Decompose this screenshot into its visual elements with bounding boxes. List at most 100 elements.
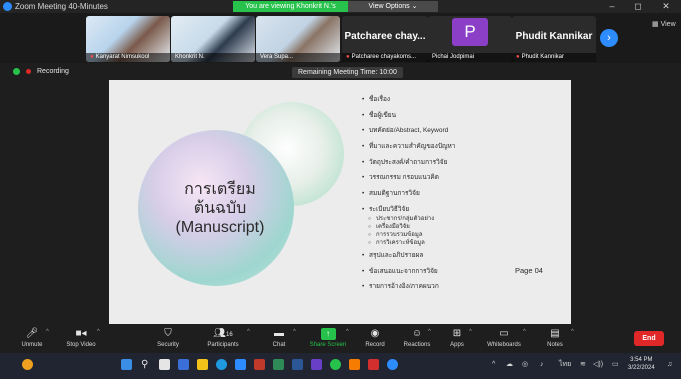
- share-caret-icon[interactable]: ^: [346, 329, 349, 335]
- outline-item: สมมติฐานการวิจัย: [362, 190, 562, 198]
- security-label: Security: [157, 342, 179, 348]
- record-icon: ◉: [370, 328, 380, 339]
- input-language[interactable]: ไทย: [559, 359, 571, 370]
- app-icon[interactable]: [349, 359, 360, 370]
- reactions-caret-icon[interactable]: ^: [428, 329, 431, 335]
- shield-icon: [13, 68, 20, 75]
- chat-label: Chat: [272, 342, 286, 348]
- outline-item: วัตถุประสงค์/คำถามการวิจัย: [362, 159, 562, 167]
- recording-indicator[interactable]: Recording: [13, 68, 69, 75]
- outline-item: บทคัดย่อ/Abstract, Keyword: [362, 127, 562, 135]
- teams-icon[interactable]: [311, 359, 322, 370]
- windows-start-icon[interactable]: [121, 359, 132, 370]
- tile-name-label: ● Kanyarat Nimsukool: [86, 53, 170, 62]
- slide-page-number: Page 04: [515, 266, 543, 275]
- security-button[interactable]: ⛉ Security: [152, 324, 184, 353]
- reactions-label: Reactions: [403, 342, 431, 348]
- participants-icon: 👥︎16: [213, 328, 233, 339]
- participants-button[interactable]: 👥︎16 Participants: [200, 324, 246, 353]
- network-icon[interactable]: ◎: [522, 359, 528, 370]
- edge-browser-icon[interactable]: [216, 359, 227, 370]
- tray-overflow-icon[interactable]: ^: [492, 359, 495, 370]
- slide-title-line: การเตรียม: [184, 181, 256, 198]
- notification-bell-icon[interactable]: ♫: [667, 359, 672, 370]
- onedrive-icon[interactable]: ☁: [506, 359, 513, 370]
- notes-caret-icon[interactable]: ^: [571, 329, 574, 335]
- participants-caret-icon[interactable]: ^: [247, 329, 250, 335]
- name-tile[interactable]: Patcharee chay... ● Patcharee chayakoms..…: [342, 16, 428, 62]
- title-bar: Zoom Meeting 40-Minutes You are viewing …: [0, 0, 681, 21]
- view-options-button[interactable]: View Options ⌄: [348, 1, 438, 12]
- grid-icon: ▦: [652, 21, 659, 28]
- shared-screen-slide: การเตรียม ต้นฉบับ (Manuscript) ชื่อเรื่อ…: [109, 80, 571, 324]
- outline-item: ที่มาและความสำคัญของปัญหา: [362, 143, 562, 151]
- line-app-icon[interactable]: [330, 359, 341, 370]
- video-tile[interactable]: ● Kanyarat Nimsukool: [86, 16, 170, 62]
- apps-button[interactable]: ⊞ Apps: [446, 324, 468, 353]
- taskbar-clock[interactable]: 3:54 PM 3/22/2024: [628, 356, 655, 372]
- share-screen-button[interactable]: ↑ Share Screen: [306, 324, 350, 353]
- participant-display-name: Phudit Kannikar: [515, 31, 593, 42]
- chat-button[interactable]: ▬ Chat: [268, 324, 290, 353]
- zoom-taskbar-icon[interactable]: [387, 359, 398, 370]
- apps-caret-icon[interactable]: ^: [469, 329, 472, 335]
- outline-item: วรรณกรรม กรอบแนวคิด: [362, 174, 562, 182]
- search-icon[interactable]: ⚲: [141, 359, 152, 370]
- record-button[interactable]: ◉ Record: [362, 324, 388, 353]
- viewing-banner-text: You are viewing Khonkrit N.'s screen: [233, 1, 348, 21]
- tile-name-label: ● Patcharee chayakoms...: [342, 53, 428, 62]
- stop-video-button[interactable]: ■◂ Stop Video: [60, 324, 102, 353]
- close-button[interactable]: ✕: [656, 0, 676, 13]
- end-meeting-button[interactable]: End: [634, 331, 664, 346]
- outline-item: สรุปและอภิปรายผล: [362, 252, 562, 260]
- video-tile[interactable]: Vera Supa...: [256, 16, 340, 62]
- recording-label: Recording: [37, 68, 69, 75]
- muted-mic-icon: ●: [346, 54, 350, 60]
- participant-name: Vera Supa...: [260, 54, 294, 60]
- avatar: P: [452, 18, 488, 46]
- participant-name: Patcharee chayakoms...: [351, 54, 416, 60]
- microphone-tray-icon[interactable]: ♪: [540, 359, 544, 370]
- file-explorer-icon[interactable]: [197, 359, 208, 370]
- name-tile[interactable]: P Pichai Jodpimai: [428, 16, 512, 62]
- unmute-button[interactable]: 🎤︎ Unmute: [14, 324, 50, 353]
- audio-options-caret-icon[interactable]: ^: [46, 329, 49, 335]
- apps-icon: ⊞: [452, 328, 462, 339]
- name-tile[interactable]: Phudit Kannikar ● Phudit Kannikar: [512, 16, 596, 62]
- outline-sublist: ประชากร/กลุ่มตัวอย่าง เครื่องมือวิจัย กา…: [362, 215, 562, 247]
- volume-icon[interactable]: ◁)): [593, 359, 603, 370]
- tile-name-label: Vera Supa...: [256, 53, 340, 62]
- chevron-down-icon: ⌄: [411, 3, 418, 10]
- share-screen-icon-wrap: ↑: [306, 327, 350, 340]
- zoom-logo-icon: [3, 2, 12, 11]
- minimize-button[interactable]: –: [602, 0, 622, 13]
- excel-icon[interactable]: [273, 359, 284, 370]
- chat-app-icon[interactable]: [178, 359, 189, 370]
- next-page-button[interactable]: ›: [600, 29, 618, 47]
- video-options-caret-icon[interactable]: ^: [97, 329, 100, 335]
- store-icon[interactable]: [235, 359, 246, 370]
- apps-label: Apps: [450, 342, 464, 348]
- shield-icon: ⛉: [164, 328, 172, 339]
- office-app-icon[interactable]: [254, 359, 265, 370]
- chat-caret-icon[interactable]: ^: [293, 329, 296, 335]
- word-icon[interactable]: [292, 359, 303, 370]
- view-button[interactable]: ▦ View: [652, 20, 676, 28]
- clock-date: 3/22/2024: [628, 365, 655, 371]
- outline-subitem: การวิเคราะห์ข้อมูล: [362, 239, 562, 247]
- maximize-button[interactable]: ◻: [628, 0, 648, 13]
- task-view-icon[interactable]: [159, 359, 170, 370]
- pdf-reader-icon[interactable]: [368, 359, 379, 370]
- slide-title-line: (Manuscript): [175, 219, 265, 236]
- wifi-icon[interactable]: ≋: [580, 359, 586, 370]
- weather-icon[interactable]: [22, 359, 33, 370]
- slide-title: การเตรียม ต้นฉบับ (Manuscript): [145, 180, 295, 237]
- notes-button[interactable]: ▤ Notes: [542, 324, 568, 353]
- outline-item: ชื่อเรื่อง: [362, 96, 562, 104]
- video-tile[interactable]: Khonkrit N.: [171, 16, 255, 62]
- participant-gallery: ● Kanyarat Nimsukool Khonkrit N. Vera Sup…: [0, 13, 681, 63]
- whiteboards-caret-icon[interactable]: ^: [523, 329, 526, 335]
- windows-taskbar: ⚲ ^ ☁ ◎ ♪ ไทย ≋ ◁)) ▭ 3:54 PM 3/22/2024 …: [0, 353, 681, 379]
- whiteboards-button[interactable]: ▭ Whiteboards: [484, 324, 524, 353]
- battery-icon[interactable]: ▭: [612, 359, 619, 370]
